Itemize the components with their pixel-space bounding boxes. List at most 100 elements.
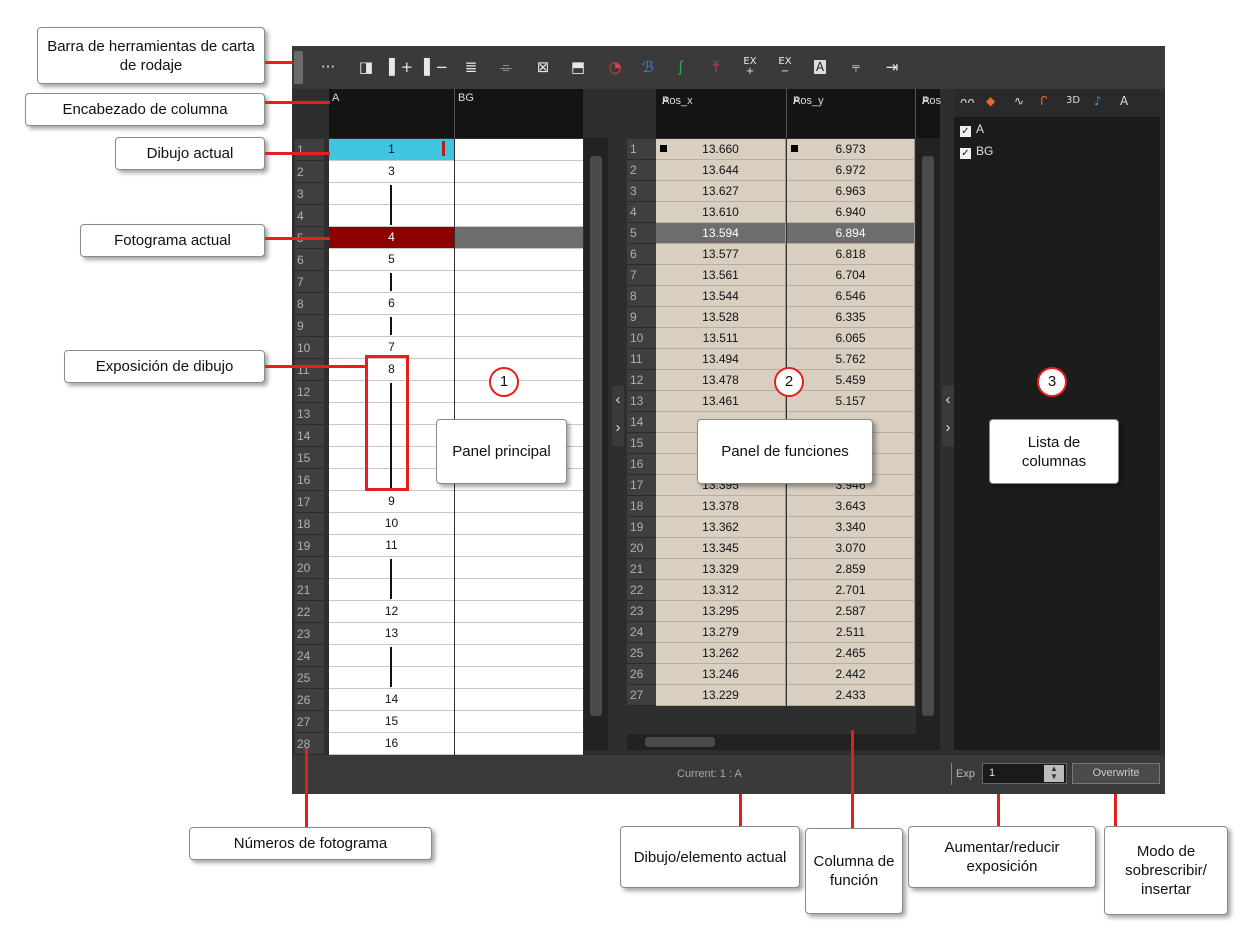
pos-y-cell[interactable]: 6.065 — [787, 328, 915, 349]
frame-number[interactable]: 24 — [295, 645, 324, 667]
pos-y-cell[interactable]: 5.459 — [787, 370, 915, 391]
pos-y-cell[interactable]: 6.335 — [787, 307, 915, 328]
pos-x-cell[interactable]: 13.528 — [656, 307, 786, 328]
xsheet-cell-a[interactable]: 16 — [329, 733, 454, 755]
pos-y-cell[interactable]: 5.762 — [787, 349, 915, 370]
frame-number[interactable]: 11 — [295, 359, 324, 381]
xsheet-cell-a[interactable]: 11 — [329, 535, 454, 557]
pos-x-cell[interactable]: 13.229 — [656, 685, 786, 706]
green-pen-icon[interactable]: ʃ — [667, 54, 695, 80]
frame-number[interactable]: 22 — [295, 601, 324, 623]
xsheet-cell-a[interactable]: 5 — [329, 249, 454, 271]
toolbar-grip[interactable] — [294, 51, 303, 84]
pos-y-cell[interactable]: 6.963 — [787, 181, 915, 202]
ex-minus-icon[interactable]: EX − — [771, 54, 799, 80]
frame-number[interactable]: 17 — [295, 491, 324, 513]
function-hscroll-thumb[interactable] — [645, 737, 715, 747]
remove-column-icon[interactable]: ▌− — [422, 54, 450, 80]
pos-y-cell[interactable]: 6.972 — [787, 160, 915, 181]
frame-number[interactable]: 23 — [295, 623, 324, 645]
pos-y-cell[interactable]: 2.701 — [787, 580, 915, 601]
xsheet-cell-bg[interactable] — [455, 711, 583, 733]
xsheet-cell-bg[interactable] — [455, 293, 583, 315]
pos-x-cell[interactable]: 13.610 — [656, 202, 786, 223]
xsheet-scroll-thumb[interactable] — [590, 156, 602, 716]
pos-x-cell[interactable]: 13.660 — [656, 139, 786, 160]
pos-x-cell[interactable]: 13.246 — [656, 664, 786, 685]
import-icon[interactable]: ⬒ — [564, 54, 592, 80]
frame-number[interactable]: 16 — [295, 469, 324, 491]
frame-number[interactable]: 2 — [295, 161, 324, 183]
xsheet-cell-a[interactable]: 4 — [329, 227, 454, 249]
pos-y-cell[interactable]: 3.070 — [787, 538, 915, 559]
more-icon[interactable]: ··· — [314, 54, 342, 80]
xsheet-cell-bg[interactable] — [455, 337, 583, 359]
pos-y-cell[interactable]: 3.340 — [787, 517, 915, 538]
pos-y-cell[interactable]: 2.511 — [787, 622, 915, 643]
xsheet-cell-bg[interactable] — [455, 183, 583, 205]
frame-number[interactable]: 9 — [295, 315, 324, 337]
xsheet-cell-a[interactable]: 10 — [329, 513, 454, 535]
xsheet-cell-bg[interactable] — [455, 623, 583, 645]
xsheet-cell-a[interactable]: 13 — [329, 623, 454, 645]
xsheet-cell-a[interactable]: 14 — [329, 689, 454, 711]
add-column-icon[interactable]: ▌+ — [387, 54, 415, 80]
pos-x-cell[interactable]: 13.329 — [656, 559, 786, 580]
overwrite-button[interactable]: Overwrite — [1072, 763, 1160, 784]
pos-y-cell[interactable]: 2.587 — [787, 601, 915, 622]
xsheet-cell-bg[interactable] — [455, 315, 583, 337]
brush-icon[interactable]: ⌯ — [492, 54, 520, 80]
text-tab-icon[interactable]: A — [1120, 94, 1128, 108]
pos-y-cell[interactable]: 2.442 — [787, 664, 915, 685]
pos-x-cell[interactable]: 13.561 — [656, 265, 786, 286]
function-column-pos-y-header[interactable]: A Pos_y — [787, 89, 916, 138]
xsheet-cell-a[interactable]: 1 — [329, 139, 454, 161]
blue-b-icon[interactable]: ℬ — [634, 54, 662, 80]
xsheet-cell-bg[interactable] — [455, 579, 583, 601]
function-column-3-header[interactable]: A Pos — [916, 89, 941, 138]
frame-number[interactable]: 27 — [295, 711, 324, 733]
pos-y-cell[interactable]: 6.818 — [787, 244, 915, 265]
column-list-item-a[interactable]: ✓ A — [960, 122, 984, 137]
sequence-fill-icon[interactable]: ≣ — [457, 54, 485, 80]
pos-y-cell[interactable]: 6.973 — [787, 139, 915, 160]
xsheet-cell-a[interactable]: 3 — [329, 161, 454, 183]
frame-number[interactable]: 1 — [295, 139, 324, 161]
column-header-bg[interactable]: BG — [455, 89, 583, 138]
xsheet-cell-bg[interactable] — [455, 205, 583, 227]
xsheet-cell-bg[interactable] — [455, 667, 583, 689]
xsheet-cell-bg[interactable] — [455, 491, 583, 513]
pos-x-cell[interactable]: 13.362 — [656, 517, 786, 538]
frame-number[interactable]: 10 — [295, 337, 324, 359]
frame-number[interactable]: 8 — [295, 293, 324, 315]
color-tab-icon[interactable]: ◆ — [986, 94, 995, 108]
checkbox-icon[interactable]: ✓ — [960, 126, 971, 137]
panel-collapse-arrows-left[interactable]: ‹ › — [612, 386, 624, 446]
red-upload-icon[interactable]: ⤒ — [702, 54, 730, 80]
drawing-tab-icon[interactable]: ᴖᴖ — [960, 95, 975, 109]
frame-number[interactable]: 28 — [295, 733, 324, 755]
3d-tab[interactable]: 3D — [1066, 95, 1080, 106]
xsheet-cell-bg[interactable] — [455, 557, 583, 579]
sound-tab-icon[interactable]: ♪ — [1094, 94, 1102, 108]
xsheet-cell-bg[interactable] — [455, 161, 583, 183]
frame-number[interactable]: 7 — [295, 271, 324, 293]
xsheet-cell-bg[interactable] — [455, 535, 583, 557]
xsheet-cell-bg[interactable] — [455, 249, 583, 271]
transfer-icon[interactable]: ⇥ — [878, 54, 906, 80]
xsheet-cell-a[interactable]: 12 — [329, 601, 454, 623]
exposure-spin-icon[interactable]: ▲ ▼ — [1044, 765, 1064, 782]
xsheet-scrollbar[interactable] — [584, 138, 608, 750]
red-pie-icon[interactable]: ◔ — [601, 54, 629, 80]
pos-x-cell[interactable]: 13.461 — [656, 391, 786, 412]
effect-tab-icon[interactable]: ᒋ — [1040, 94, 1048, 108]
frame-number[interactable]: 3 — [295, 183, 324, 205]
pos-y-cell[interactable]: 2.859 — [787, 559, 915, 580]
xsheet-cell-bg[interactable] — [455, 271, 583, 293]
function-column-pos-x-header[interactable]: A Pos_x — [656, 89, 787, 138]
exposure-stepper[interactable]: 1 ▲ ▼ — [982, 763, 1067, 784]
xsheet-cell-bg[interactable] — [455, 645, 583, 667]
pos-y-cell[interactable]: 6.704 — [787, 265, 915, 286]
pos-y-cell[interactable]: 5.157 — [787, 391, 915, 412]
curve-tab-icon[interactable]: ∿ — [1014, 94, 1024, 108]
